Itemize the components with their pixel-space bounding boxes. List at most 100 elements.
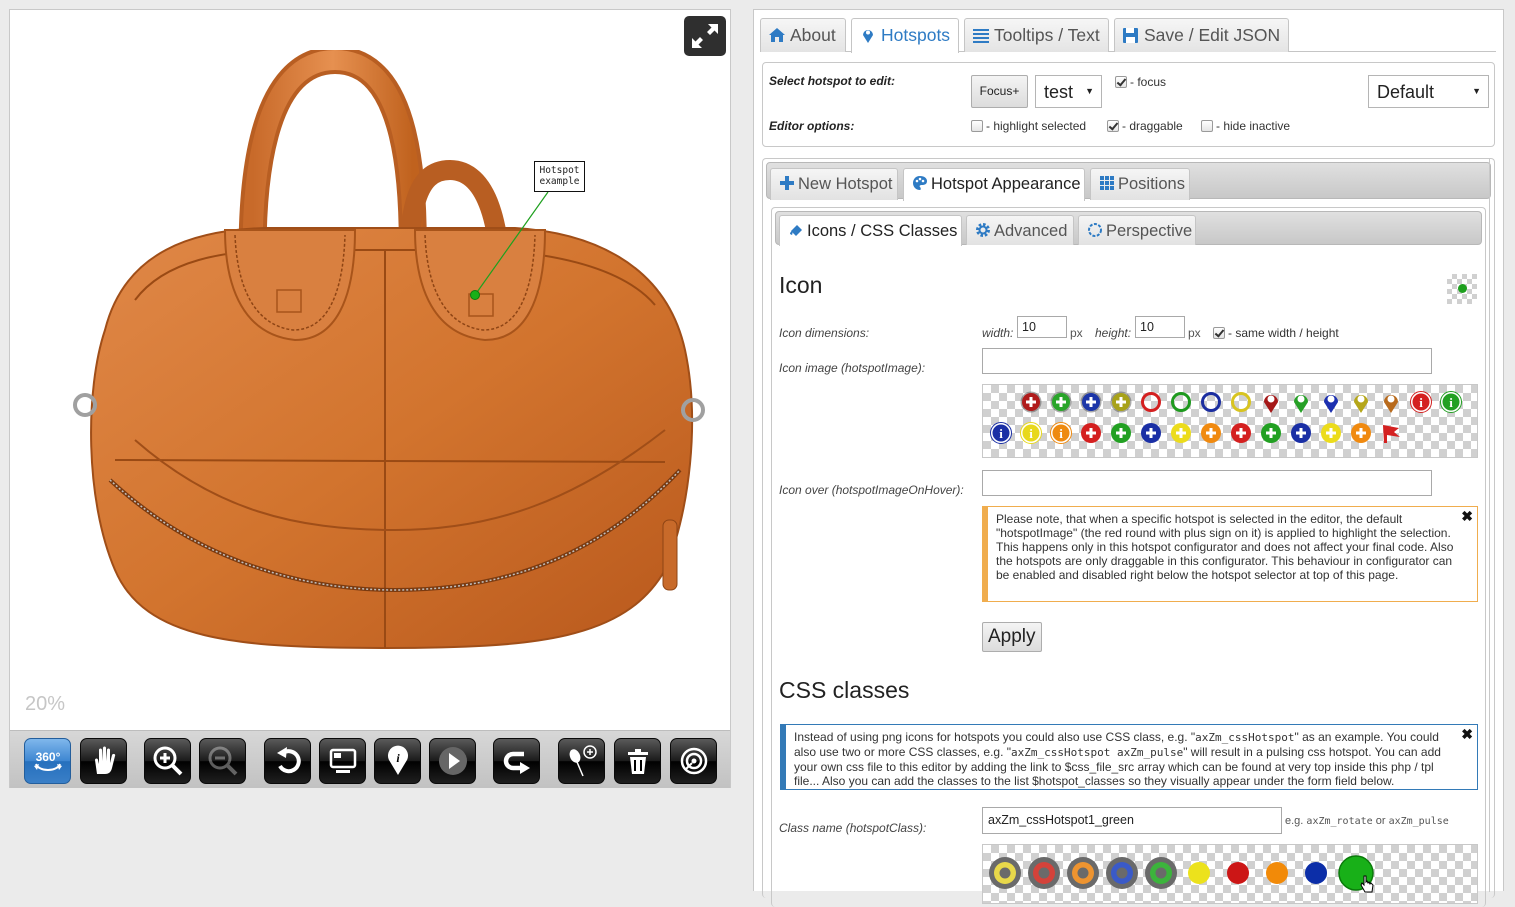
image-viewer[interactable]: Hotspot example 20% 360° i: [9, 9, 731, 788]
icon-option-plus-ball[interactable]: [1079, 390, 1103, 414]
icon-width-input[interactable]: 10: [1017, 316, 1067, 338]
highlight-selected-row[interactable]: - highlight selected: [971, 119, 1086, 133]
list-icon: [973, 29, 989, 43]
icon-option-plus-flat[interactable]: [1289, 421, 1313, 445]
css-class-option[interactable]: [1187, 861, 1211, 885]
tab-hotspot-appearance[interactable]: Hotspot Appearance: [903, 168, 1085, 201]
tab-icons-css-classes[interactable]: Icons / CSS Classes: [779, 215, 962, 246]
hotspot-marker[interactable]: [470, 290, 480, 300]
icon-option-info[interactable]: i: [1439, 390, 1463, 414]
focus-checkbox[interactable]: [1115, 76, 1127, 88]
draggable-checkbox[interactable]: [1107, 120, 1119, 132]
css-class-option[interactable]: [1265, 861, 1289, 885]
circle-dashed-icon: [1088, 223, 1102, 237]
focus-plus-button[interactable]: Focus+: [971, 75, 1028, 108]
icon-option-plus-flat[interactable]: [1139, 421, 1163, 445]
tooltip-line: example: [539, 176, 580, 187]
icon-option-plus-flat[interactable]: [1229, 421, 1253, 445]
icon-option-plus-flat[interactable]: [1199, 421, 1223, 445]
icon-option-plus-ball[interactable]: [1019, 390, 1043, 414]
icon-image-input[interactable]: [982, 348, 1432, 374]
icon-option-ring[interactable]: [1229, 390, 1253, 414]
icon-option-info[interactable]: i: [989, 421, 1013, 445]
product-image-handbag[interactable]: [65, 50, 705, 660]
hint-code: axZm_pulse: [1388, 816, 1449, 827]
hide-inactive-checkbox[interactable]: [1201, 120, 1213, 132]
icon-hover-input[interactable]: [982, 470, 1432, 496]
tab-label: About: [790, 25, 836, 45]
icon-picker[interactable]: i i i i i: [982, 384, 1478, 458]
icon-option-ring[interactable]: [1139, 390, 1163, 414]
tab-tooltips-text[interactable]: Tooltips / Text: [964, 18, 1109, 52]
tab-hotspots[interactable]: Hotspots: [851, 18, 959, 53]
class-name-input[interactable]: axZm_cssHotspot1_green: [982, 807, 1282, 834]
tab-advanced[interactable]: Advanced: [966, 215, 1074, 245]
icon-option-pin[interactable]: [1259, 390, 1283, 414]
focus-checkbox-row[interactable]: - focus: [1115, 75, 1166, 89]
icon-option-pin[interactable]: [1379, 390, 1403, 414]
tab-about[interactable]: About: [760, 18, 846, 52]
apply-button[interactable]: Apply: [982, 622, 1042, 652]
css-class-picker[interactable]: [982, 844, 1478, 904]
icon-preview: [1447, 274, 1477, 304]
css-class-option[interactable]: [1304, 861, 1328, 885]
svg-text:i: i: [999, 426, 1003, 441]
same-wh-row[interactable]: - same width / height: [1213, 326, 1339, 340]
icon-option-pin[interactable]: [1349, 390, 1373, 414]
tab-save-edit-json[interactable]: Save / Edit JSON: [1114, 18, 1289, 52]
play-icon: [438, 747, 467, 775]
css-class-option[interactable]: [1338, 855, 1374, 893]
icon-option-plus-ball[interactable]: [1109, 390, 1133, 414]
icon-option-ring[interactable]: [1169, 390, 1193, 414]
360-icon: 360°: [33, 750, 62, 771]
icon-height-input[interactable]: 10: [1135, 316, 1185, 338]
zoom-out-button[interactable]: [199, 738, 246, 784]
tab-new-hotspot[interactable]: New Hotspot: [770, 168, 898, 200]
hide-inactive-row[interactable]: - hide inactive: [1201, 119, 1290, 133]
icon-option-plus-flat[interactable]: [1109, 421, 1133, 445]
tab-positions[interactable]: Positions: [1090, 168, 1190, 200]
delete-hotspot-button[interactable]: [614, 738, 661, 784]
gallery-button[interactable]: [319, 738, 366, 784]
icon-option-plus-flat[interactable]: [1349, 421, 1373, 445]
icon-option-pin[interactable]: [1289, 390, 1313, 414]
scrollbar[interactable]: [1489, 158, 1503, 892]
hotspots-toggle-button[interactable]: i: [374, 738, 421, 784]
same-wh-checkbox[interactable]: [1213, 327, 1225, 339]
icon-option-plus-flat[interactable]: [1079, 421, 1103, 445]
pan-button[interactable]: [80, 738, 127, 784]
hotspot-select[interactable]: test ▼: [1035, 75, 1102, 108]
preset-select[interactable]: Default ▼: [1368, 75, 1489, 108]
icon-option-info[interactable]: i: [1409, 390, 1433, 414]
spin-360-button[interactable]: 360°: [24, 738, 71, 784]
css-class-option[interactable]: [1143, 855, 1179, 891]
reset-button[interactable]: [264, 738, 311, 784]
css-class-option[interactable]: [1104, 855, 1140, 891]
tab-perspective[interactable]: Perspective: [1078, 215, 1196, 245]
hint-code: axZm_rotate: [1306, 816, 1373, 827]
close-icon[interactable]: ✖: [1461, 727, 1473, 741]
css-class-option[interactable]: [1026, 855, 1062, 891]
icon-option-plus-flat[interactable]: [1169, 421, 1193, 445]
zoom-in-button[interactable]: [144, 738, 191, 784]
css-class-option[interactable]: [1226, 861, 1250, 885]
rotate-back-button[interactable]: [493, 738, 540, 784]
css-class-option[interactable]: [1065, 855, 1101, 891]
target-button[interactable]: [670, 738, 717, 784]
icon-option-info[interactable]: i: [1049, 421, 1073, 445]
icon-option-info[interactable]: i: [1019, 421, 1043, 445]
close-icon[interactable]: ✖: [1461, 509, 1473, 523]
icon-option-flag[interactable]: [1379, 421, 1403, 445]
icon-option-plus-ball[interactable]: [1049, 390, 1073, 414]
icon-option-plus-flat[interactable]: [1259, 421, 1283, 445]
icon-option-plus-flat[interactable]: [1319, 421, 1343, 445]
tab-label: Save / Edit JSON: [1144, 25, 1281, 45]
icon-image-label: Icon image (hotspotImage):: [779, 361, 926, 375]
draggable-row[interactable]: - draggable: [1107, 119, 1183, 133]
css-class-option[interactable]: [987, 855, 1023, 891]
highlight-selected-checkbox[interactable]: [971, 120, 983, 132]
icon-option-ring[interactable]: [1199, 390, 1223, 414]
play-button[interactable]: [429, 738, 476, 784]
icon-option-pin[interactable]: [1319, 390, 1343, 414]
add-hotspot-button[interactable]: [558, 738, 605, 784]
